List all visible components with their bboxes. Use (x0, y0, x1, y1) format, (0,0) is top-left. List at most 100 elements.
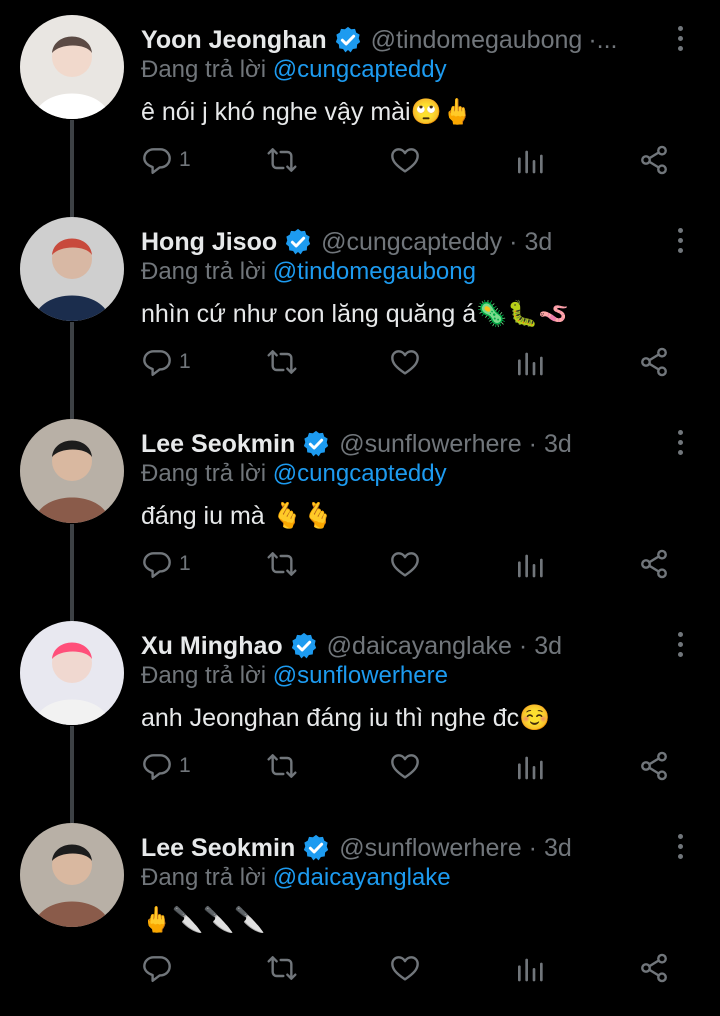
retweet-button[interactable] (266, 948, 298, 988)
tweet-actions: 1 (141, 140, 681, 180)
display-name[interactable]: Lee Seokmin (141, 430, 295, 459)
verified-badge-icon (301, 429, 331, 459)
retweet-icon (267, 552, 297, 576)
retweet-button[interactable] (266, 140, 298, 180)
views-icon (518, 958, 543, 982)
user-handle[interactable]: @sunflowerhere (339, 430, 521, 459)
views-icon (518, 352, 543, 376)
retweet-icon (267, 754, 297, 778)
tweet-text: anh Jeonghan đáng iu thì nghe đc☺️ (141, 704, 551, 732)
reply-button[interactable]: 1 (141, 140, 191, 180)
replying-to-mention[interactable]: @cungcapteddy (273, 56, 447, 83)
heart-icon (391, 148, 419, 173)
reply-button[interactable] (141, 948, 173, 988)
user-handle[interactable]: @daicayanglake (327, 632, 512, 661)
reply-count: 1 (179, 148, 191, 171)
verified-badge-icon (289, 631, 319, 661)
like-button[interactable] (389, 948, 421, 988)
reply-button[interactable]: 1 (141, 544, 191, 584)
share-icon (641, 347, 667, 377)
verified-badge-icon (283, 227, 313, 257)
tweet-header: Lee Seokmin @sunflowerhere · 3d (141, 830, 661, 866)
display-name[interactable]: Hong Jisoo (141, 228, 277, 257)
display-name[interactable]: Xu Minghao (141, 632, 283, 661)
avatar-image (20, 15, 124, 119)
tweet-header: Hong Jisoo @cungcapteddy · 3d (141, 224, 661, 260)
replying-to-mention[interactable]: @tindomegaubong (273, 258, 476, 285)
like-button[interactable] (389, 140, 421, 180)
share-button[interactable] (638, 746, 670, 786)
views-button[interactable] (514, 746, 546, 786)
timestamp[interactable]: 3d (534, 632, 562, 661)
reply-button[interactable]: 1 (141, 746, 191, 786)
separator-dot: · (528, 833, 537, 862)
share-button[interactable] (638, 544, 670, 584)
retweet-button[interactable] (266, 746, 298, 786)
user-handle[interactable]: @sunflowerhere (339, 834, 521, 863)
more-options-icon[interactable] (676, 430, 684, 458)
avatar[interactable] (20, 823, 124, 927)
reply-icon (143, 552, 171, 578)
share-button[interactable] (638, 140, 670, 180)
avatar[interactable] (20, 419, 124, 523)
retweet-button[interactable] (266, 544, 298, 584)
retweet-button[interactable] (266, 342, 298, 382)
tweet[interactable]: Lee Seokmin @sunflowerhere · 3d Đang trả… (0, 404, 720, 621)
avatar-image (20, 621, 124, 725)
views-button[interactable] (514, 342, 546, 382)
verified-badge-icon (301, 833, 331, 863)
like-button[interactable] (389, 342, 421, 382)
views-button[interactable] (514, 140, 546, 180)
more-options-icon[interactable] (676, 228, 684, 256)
separator-dot: · (509, 227, 518, 256)
tweet[interactable]: Yoon Jeonghan @tindomegaubong ·... Đang … (0, 0, 720, 217)
user-handle[interactable]: @cungcapteddy (321, 228, 502, 257)
replying-to-label: Đang trả lời (141, 258, 267, 285)
views-button[interactable] (514, 948, 546, 988)
share-icon (641, 751, 667, 781)
timestamp[interactable]: 3d (544, 430, 572, 459)
more-options-icon[interactable] (676, 26, 684, 54)
views-icon (518, 756, 543, 780)
reply-icon (143, 956, 171, 982)
more-options-icon[interactable] (676, 632, 684, 660)
timestamp[interactable]: 3d (544, 834, 572, 863)
reply-button[interactable]: 1 (141, 342, 191, 382)
replying-to: Đang trả lời @tindomegaubong (141, 258, 476, 286)
display-name[interactable]: Lee Seokmin (141, 834, 295, 863)
reply-icon (143, 148, 171, 174)
reply-icon (143, 350, 171, 376)
retweet-icon (267, 148, 297, 172)
separator-dot: · (528, 429, 537, 458)
tweet[interactable]: Hong Jisoo @cungcapteddy · 3d Đang trả l… (0, 202, 720, 419)
replying-to: Đang trả lời @daicayanglake (141, 864, 451, 892)
views-icon (518, 150, 543, 174)
retweet-icon (267, 350, 297, 374)
share-button[interactable] (638, 948, 670, 988)
replying-to-label: Đang trả lời (141, 460, 267, 487)
timestamp[interactable]: ·... (588, 26, 617, 55)
heart-icon (391, 552, 419, 577)
heart-icon (391, 956, 419, 981)
share-button[interactable] (638, 342, 670, 382)
avatar-image (20, 823, 124, 927)
tweet-text: đáng iu mà 🫰🫰 (141, 502, 334, 530)
replying-to-mention[interactable]: @daicayanglake (273, 864, 451, 891)
more-options-icon[interactable] (676, 834, 684, 862)
tweet[interactable]: Lee Seokmin @sunflowerhere · 3d Đang trả… (0, 808, 720, 1010)
tweet[interactable]: Xu Minghao @daicayanglake · 3d Đang trả … (0, 606, 720, 823)
timestamp[interactable]: 3d (525, 228, 553, 257)
avatar[interactable] (20, 15, 124, 119)
avatar[interactable] (20, 621, 124, 725)
reply-icon (143, 754, 171, 780)
views-button[interactable] (514, 544, 546, 584)
like-button[interactable] (389, 544, 421, 584)
display-name[interactable]: Yoon Jeonghan (141, 26, 327, 55)
replying-to-mention[interactable]: @sunflowerhere (273, 662, 448, 689)
replying-to-mention[interactable]: @cungcapteddy (273, 460, 447, 487)
user-handle[interactable]: @tindomegaubong (371, 26, 583, 55)
like-button[interactable] (389, 746, 421, 786)
replying-to: Đang trả lời @sunflowerhere (141, 662, 448, 690)
avatar[interactable] (20, 217, 124, 321)
tweet-actions: 1 (141, 342, 681, 382)
